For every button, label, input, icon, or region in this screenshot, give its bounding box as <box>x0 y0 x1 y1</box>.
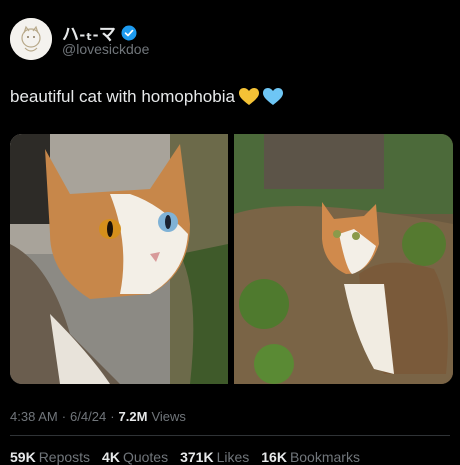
photo-1[interactable] <box>10 134 228 384</box>
tweet-text: beautiful cat with homophobia <box>10 87 283 107</box>
divider <box>10 435 450 436</box>
blue-heart-icon <box>262 88 283 105</box>
views-label: Views <box>151 409 186 424</box>
cat-garden-photo <box>234 134 453 384</box>
timestamp-date[interactable]: 6/4/24 <box>70 409 106 424</box>
meta-separator: · <box>110 409 115 424</box>
tweet-text-body: beautiful cat with homophobia <box>10 87 235 106</box>
views-count: 7.2M <box>118 409 148 424</box>
media-grid <box>10 134 453 384</box>
yellow-heart-icon <box>238 88 259 105</box>
meta-separator: · <box>61 409 67 424</box>
avatar-image <box>10 18 52 60</box>
photo-2[interactable] <box>234 134 453 384</box>
verified-badge-icon <box>121 25 137 40</box>
tweet-meta: 4:38 AM · 6/4/24 · 7.2M Views <box>10 409 186 424</box>
handle[interactable]: @lovesickdoe <box>62 41 149 57</box>
tweet: ハ-ₜ-マ @lovesickdoe beautiful cat with ho… <box>0 0 460 465</box>
timestamp-time[interactable]: 4:38 AM <box>10 409 58 424</box>
avatar[interactable] <box>10 18 52 60</box>
cat-closeup-photo <box>10 134 228 384</box>
